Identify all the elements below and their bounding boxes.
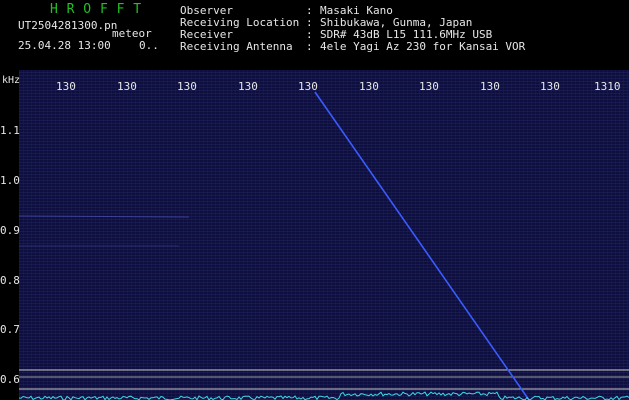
x-tick: 130 [238, 80, 258, 93]
y-tick: 0.7 [0, 323, 20, 336]
y-tick: 1.1 [0, 124, 20, 137]
x-tick: 130 [540, 80, 560, 93]
x-tick: 130 [177, 80, 197, 93]
spectrum-trace [19, 391, 629, 400]
info-antenna: Receiving Antenna:4ele Yagi Az 230 for K… [180, 40, 525, 53]
info-sep: : [306, 40, 313, 53]
x-tick: 130 [298, 80, 318, 93]
counter: 0.. [139, 39, 159, 52]
x-tick: 130 [56, 80, 76, 93]
y-axis-unit: kHz [2, 75, 21, 86]
y-tick: 0.8 [0, 274, 20, 287]
datetime: 25.04.28 13:00 [18, 39, 111, 52]
x-tick: 130 [480, 80, 500, 93]
spectrogram-plot [19, 70, 629, 400]
y-tick: 1.0 [0, 174, 20, 187]
file-name: UT2504281300.pn [18, 19, 118, 32]
x-tick: 130 [359, 80, 379, 93]
x-tick: 130 [117, 80, 137, 93]
meteor-trace [314, 91, 530, 400]
faint-carrier-line [19, 215, 190, 218]
x-tick: 1310 [594, 80, 621, 93]
y-tick: 0.6 [0, 373, 20, 386]
info-label: Receiving Antenna [180, 40, 293, 53]
info-value: 4ele Yagi Az 230 for Kansai VOR [320, 40, 526, 53]
x-tick: 130 [419, 80, 439, 93]
app-title: H R O F F T [50, 2, 142, 17]
y-tick: 0.9 [0, 224, 20, 237]
spectrogram-overlay [19, 91, 629, 400]
header-panel: H R O F F T UT2504281300.pn meteor 25.04… [0, 0, 629, 70]
